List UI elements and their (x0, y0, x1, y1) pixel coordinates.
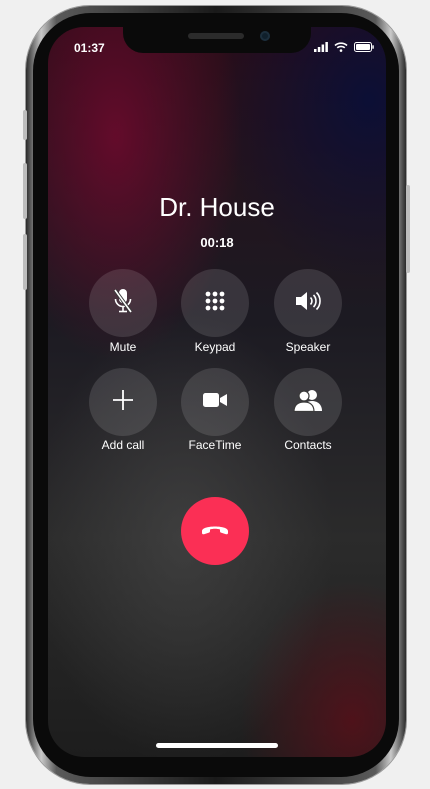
hang-up-icon (200, 522, 230, 541)
notch (123, 27, 311, 53)
mute-button[interactable] (89, 269, 157, 337)
volume-down-button (23, 234, 27, 290)
speaker-button[interactable] (274, 269, 342, 337)
add-call-button[interactable] (89, 368, 157, 436)
power-button (406, 185, 410, 273)
contacts-icon (292, 388, 324, 417)
keypad-button[interactable] (181, 269, 249, 337)
wifi-icon (334, 39, 348, 57)
keypad-icon (203, 289, 227, 318)
add-call-label: Add call (101, 438, 145, 452)
volume-up-button (23, 163, 27, 219)
facetime-button[interactable] (181, 368, 249, 436)
contacts-label: Contacts (284, 438, 332, 452)
status-icons (314, 39, 374, 57)
end-call-button[interactable] (181, 497, 249, 565)
mute-label: Mute (109, 340, 137, 354)
microphone-off-icon (111, 287, 135, 320)
contacts-button[interactable] (274, 368, 342, 436)
signal-icon (314, 39, 328, 57)
speaker-icon (294, 290, 322, 317)
speaker-label: Speaker (285, 340, 331, 354)
call-screen: 01:37 Dr. House 00:18 Mute Keypad Speake… (48, 27, 386, 757)
home-indicator[interactable] (156, 743, 278, 748)
silent-switch (23, 110, 27, 140)
status-time: 01:37 (74, 41, 105, 55)
battery-icon (354, 39, 374, 57)
caller-name: Dr. House (159, 192, 275, 222)
front-camera (260, 31, 270, 41)
facetime-label: FaceTime (188, 438, 242, 452)
video-camera-icon (202, 391, 228, 414)
call-duration: 00:18 (200, 235, 234, 250)
keypad-label: Keypad (194, 340, 236, 354)
plus-icon (111, 388, 135, 417)
earpiece (188, 33, 244, 39)
